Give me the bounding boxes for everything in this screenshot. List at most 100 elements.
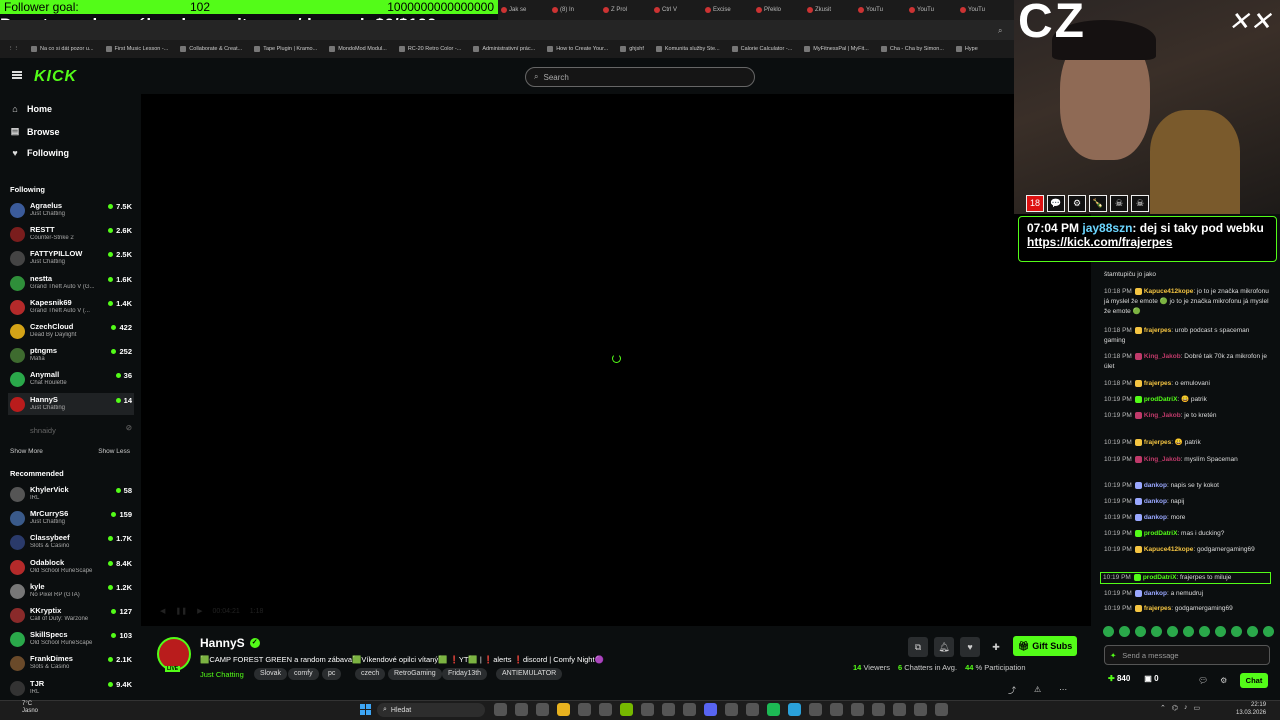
sidebar-channel[interactable]: ptngms Mafia 252 (8, 344, 134, 366)
browser-tab[interactable]: YouTu (957, 0, 1008, 20)
emote-icon[interactable] (1263, 626, 1274, 637)
sidebar-channel[interactable]: FrankDimes Slots & Casino 2.1K (8, 652, 134, 674)
sidebar-channel[interactable]: Classybeef Slots & Casino 1.7K (8, 531, 134, 553)
chat-username[interactable]: dankop (1144, 498, 1167, 505)
steam-icon[interactable] (662, 703, 675, 716)
follow-heart-icon[interactable]: ♥ (960, 637, 980, 657)
chat-username[interactable]: prodDatriX (1144, 396, 1178, 403)
report-icon[interactable]: ⚠ (1034, 685, 1041, 696)
bookmark-item[interactable]: Administrativní prác... (473, 46, 535, 52)
zoom-icon[interactable]: ⌕ (998, 26, 1002, 36)
bookmark-item[interactable]: Cha - Cha by Simon... (880, 46, 944, 52)
pause-icon[interactable]: ❚❚ (175, 607, 187, 615)
emote-icon[interactable] (1119, 626, 1130, 637)
chat-username[interactable]: frajerpes (1144, 327, 1171, 334)
notification-bell-icon[interactable]: 🔔︎ (934, 637, 954, 657)
emote-icon[interactable] (1247, 626, 1258, 637)
sidebar-channel[interactable]: RESTT Counter-Strike 2 2.6K (8, 223, 134, 245)
browser-tab[interactable]: Překlo (753, 0, 804, 20)
emote-icon[interactable] (1199, 626, 1210, 637)
emote-icon[interactable] (1103, 626, 1114, 637)
chat-username[interactable]: King_Jakob (1144, 353, 1181, 360)
app-icon[interactable] (683, 703, 696, 716)
chat-username[interactable]: frajerpes (1144, 380, 1171, 387)
sidebar-channel[interactable]: nestta Grand Theft Auto V (G... 1.6K (8, 272, 134, 294)
browser-tab[interactable]: YouTu (855, 0, 906, 20)
hamburger-menu-icon[interactable] (12, 71, 22, 79)
pinned-link[interactable]: https://kick.com/frajerpes (1027, 235, 1172, 249)
app-icon[interactable] (851, 703, 864, 716)
browser-tab[interactable]: Z Prol (600, 0, 651, 20)
chat-username[interactable]: dankop (1144, 514, 1167, 521)
app-icon[interactable] (578, 703, 591, 716)
chrome-icon[interactable] (557, 703, 570, 716)
emote-icon[interactable] (1215, 626, 1226, 637)
nav-item-following[interactable]: ♥ Following (10, 148, 69, 158)
settings-gear-icon[interactable]: ⚙ (1220, 676, 1227, 685)
stream-tag[interactable]: comfy (288, 668, 319, 680)
app-icon[interactable] (872, 703, 885, 716)
apps-grid-icon[interactable]: ⋮⋮ (8, 46, 19, 52)
show-more-link[interactable]: Show More (10, 448, 43, 455)
app-icon[interactable] (725, 703, 738, 716)
sidebar-channel[interactable]: KKryptix Call of Duty: Warzone 127 (8, 604, 134, 626)
bookmark-item[interactable]: Tape Plugin | Kramo... (254, 46, 317, 52)
browser-tab[interactable]: Ctrl V (651, 0, 702, 20)
stream-tag[interactable]: ANTIEMULATOR (496, 668, 563, 680)
more-icon[interactable]: ⋯ (1059, 685, 1067, 696)
weather-widget[interactable]: 7°C Jasno (22, 701, 38, 715)
browser-tab[interactable]: (8) In (549, 0, 600, 20)
stream-tag[interactable]: czech (355, 668, 386, 680)
bookmark-item[interactable]: Komunita služby Ste... (655, 46, 720, 52)
search-input[interactable]: ⌕ Search (525, 67, 755, 87)
pin-icon[interactable]: ✚ (986, 637, 1006, 657)
app-icon[interactable] (893, 703, 906, 716)
chat-input[interactable]: ✦ Send a message (1104, 645, 1270, 665)
chat-username[interactable]: dankop (1144, 590, 1167, 597)
count-icon[interactable]: ▣ (1144, 674, 1152, 683)
chat-username[interactable]: frajerpes (1144, 605, 1171, 612)
bookmark-item[interactable]: ghjshf (620, 46, 644, 52)
sidebar-channel-offline[interactable]: shnaidy ⊘ (8, 420, 134, 442)
sidebar-channel[interactable]: MrCurryS6 Just Chatting 159 (8, 507, 134, 529)
chat-username[interactable]: Kapuce412kope (1144, 288, 1194, 295)
spotify-icon[interactable] (767, 703, 780, 716)
stream-tag[interactable]: Slovak (254, 668, 288, 680)
share-icon[interactable]: ⤴ (1008, 685, 1016, 696)
app-icon[interactable] (641, 703, 654, 716)
windows-start-icon[interactable] (360, 704, 371, 715)
chevron-up-icon[interactable]: ⌃ (1160, 704, 1166, 712)
pinned-user[interactable]: jay88szn (1082, 221, 1132, 235)
sidebar-channel[interactable]: Anymall Chat Roulette 36 (8, 368, 134, 390)
emote-icon[interactable] (1183, 626, 1194, 637)
stream-tag[interactable]: pc (322, 668, 342, 680)
channel-name-text[interactable]: HannyS (200, 636, 245, 650)
stream-tag[interactable]: Friday13th (442, 668, 488, 680)
sidebar-channel[interactable]: Kapesnik69 Grand Theft Auto V (... 1.4K (8, 296, 134, 318)
browser-tab[interactable]: Zkusit (804, 0, 855, 20)
skip-forward-icon[interactable]: ▶ (197, 607, 202, 615)
sidebar-channel[interactable]: FATTYPILLOW Just Chatting 2.5K (8, 247, 134, 269)
taskbar-clock[interactable]: 22:19 13.03.2026 (1236, 701, 1266, 717)
browser-tab[interactable]: Excise (702, 0, 753, 20)
sidebar-channel[interactable]: KhylerVick IRL 58 (8, 483, 134, 505)
emote-icon[interactable] (1167, 626, 1178, 637)
chat-username[interactable]: frajerpes (1144, 439, 1171, 446)
gift-subs-button[interactable]: 🎁︎ Gift Subs (1013, 636, 1077, 656)
stream-category[interactable]: Just Chatting (200, 670, 244, 679)
show-less-link[interactable]: Show Less (98, 448, 130, 455)
chat-username[interactable]: prodDatriX (1143, 574, 1177, 581)
bookmark-item[interactable]: MondoMod Modul... (329, 46, 387, 52)
app-icon[interactable] (935, 703, 948, 716)
sparkle-icon[interactable]: ✦ (1110, 651, 1116, 660)
store-icon[interactable] (536, 703, 549, 716)
skip-back-icon[interactable]: ◀ (160, 607, 165, 615)
sidebar-channel[interactable]: SkillSpecs Old School RuneScape 103 (8, 628, 134, 650)
chat-username[interactable]: Kapuce412kope (1144, 546, 1194, 553)
nvidia-icon[interactable] (620, 703, 633, 716)
clip-icon[interactable]: ⧉ (908, 637, 928, 657)
bookmark-item[interactable]: Collaborate & Creat... (180, 46, 242, 52)
address-bar[interactable] (0, 20, 1014, 40)
emote-icon[interactable] (1151, 626, 1162, 637)
stream-tag[interactable]: RetroGaming (388, 668, 442, 680)
